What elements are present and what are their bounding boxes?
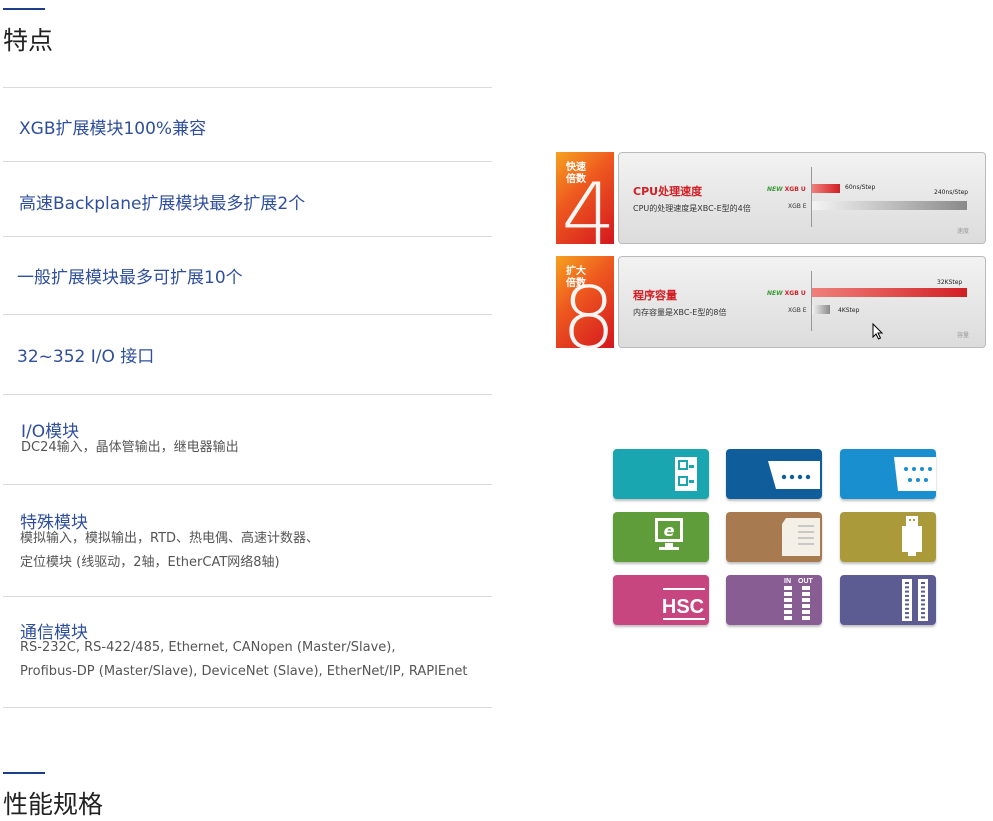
badge-number: 8 (561, 269, 614, 348)
promo-card: CPU处理速度 CPU的处理速度是XBC-E型的4倍 NEW XGB U XGB… (618, 152, 986, 244)
ethernet-monitor-icon: e (613, 512, 709, 562)
feature-title: 32~352 I/O 接口 (17, 347, 155, 367)
io-terminal-icon (613, 449, 709, 499)
bar-e (812, 201, 967, 210)
promo-subtitle: 内存容量是XBC-E型的8倍 (633, 308, 727, 317)
chart-unit: 速度 (956, 228, 969, 235)
promo-badge: 扩大 倍数 8 (556, 256, 614, 348)
bar-u (812, 288, 967, 297)
promo-card: 程序容量 内存容量是XBC-E型的8倍 NEW XGB U XGB E 32KS… (618, 256, 986, 348)
model-u: XGB U (784, 186, 806, 193)
dsub-port-icon (840, 449, 936, 499)
connector-module-icon (840, 575, 936, 625)
feature-description: DC24输入，晶体管输出，继电器输出 (21, 440, 239, 455)
model-e: XGB E (788, 307, 807, 314)
feature-description: 定位模块 (线驱动，2轴，EtherCAT网络8轴) (20, 555, 280, 570)
mouse-cursor-icon (872, 322, 884, 344)
feature-item: 32~352 I/O 接口 (3, 314, 492, 395)
model-u-label: NEW XGB U (767, 186, 806, 193)
section-rule (3, 772, 45, 774)
bar-e-label: 4KStep (838, 307, 860, 314)
chart-unit: 容量 (956, 332, 969, 339)
new-tag: NEW (767, 290, 783, 297)
hsc-icon: HSC (613, 575, 709, 625)
memory-card-icon (726, 512, 822, 562)
feature-item: 通信模块 RS-232C, RS-422/485, Ethernet, CANo… (3, 596, 492, 708)
feature-title: XGB扩展模块100%兼容 (19, 119, 207, 139)
divider (3, 707, 492, 708)
feature-item: 一般扩展模块最多可扩展10个 (3, 236, 492, 315)
bar-e (812, 305, 830, 314)
svg-text:e: e (664, 521, 675, 540)
promo-title: 程序容量 (633, 289, 677, 302)
usb-icon (840, 512, 936, 562)
bar-e-label: 240ns/Step (934, 189, 969, 196)
feature-description: Profibus-DP (Master/Slave), DeviceNet (S… (20, 664, 468, 679)
feature-description: 模拟输入，模拟输出，RTD、热电偶、高速计数器、 (20, 531, 320, 546)
in-out-module-icon: IN OUT (726, 575, 822, 625)
serial-port-icon (726, 449, 822, 499)
section-title-performance: 性能规格 (3, 790, 104, 819)
section-title-features: 特点 (3, 26, 54, 55)
model-u-label: NEW XGB U (767, 290, 806, 297)
promo-subtitle: CPU的处理速度是XBC-E型的4倍 (633, 204, 751, 213)
promo-panel: 快速 倍数 4 CPU处理速度 CPU的处理速度是XBC-E型的4倍 NEW X… (556, 152, 986, 244)
bar-u (812, 184, 840, 193)
promo-title: CPU处理速度 (633, 185, 703, 198)
feature-title: 高速Backplane扩展模块最多扩展2个 (19, 194, 306, 214)
bar-u-label: 60ns/Step (845, 184, 876, 191)
feature-description: RS-232C, RS-422/485, Ethernet, CANopen (… (20, 640, 396, 655)
badge-number: 4 (561, 165, 614, 244)
svg-text:IN: IN (784, 578, 791, 585)
hsc-text: HSC (662, 596, 704, 618)
svg-text:OUT: OUT (798, 578, 814, 585)
feature-item: 特殊模块 模拟输入，模拟输出，RTD、热电偶、高速计数器、 定位模块 (线驱动，2轴… (3, 484, 492, 597)
model-e: XGB E (788, 203, 807, 210)
promo-panel: 扩大 倍数 8 程序容量 内存容量是XBC-E型的8倍 NEW XGB U XG… (556, 256, 986, 348)
feature-item: 高速Backplane扩展模块最多扩展2个 (3, 161, 492, 237)
section-rule (3, 8, 45, 10)
chart-axis (811, 271, 812, 331)
new-tag: NEW (767, 186, 783, 193)
model-u: XGB U (784, 290, 806, 297)
chart-axis (811, 167, 812, 227)
feature-item: I/O模块 DC24输入，晶体管输出，继电器输出 (3, 394, 492, 485)
feature-item: XGB扩展模块100%兼容 (3, 87, 492, 162)
promo-badge: 快速 倍数 4 (556, 152, 614, 244)
feature-title: 一般扩展模块最多可扩展10个 (17, 268, 243, 288)
bar-u-label: 32KStep (937, 279, 963, 286)
